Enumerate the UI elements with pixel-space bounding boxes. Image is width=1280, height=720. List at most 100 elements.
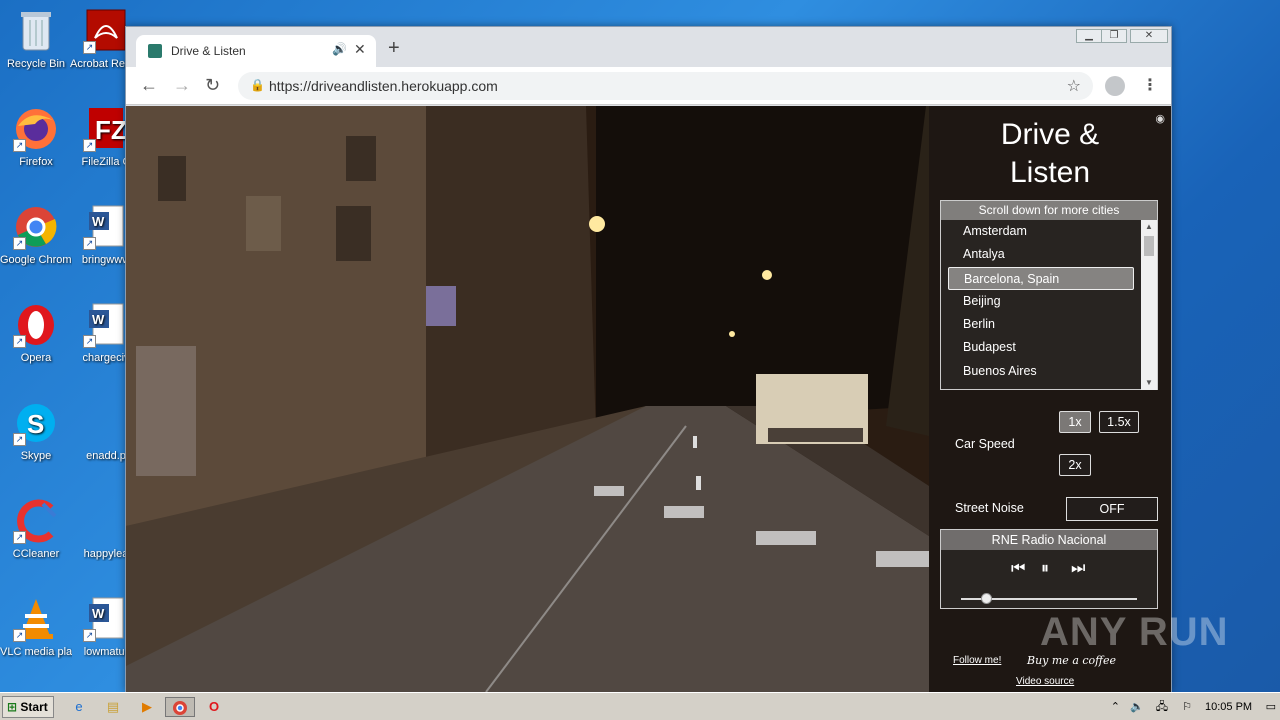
tray-chevron-icon[interactable]: ⌃ xyxy=(1111,696,1120,718)
city-list[interactable]: Amsterdam Antalya Barcelona, Spain Beiji… xyxy=(941,220,1141,390)
buy-me-a-coffee-link[interactable]: Buy me a coffee xyxy=(1027,654,1116,667)
volume-tray-icon[interactable]: 🔈 xyxy=(1130,696,1144,718)
lock-icon: 🔒 xyxy=(250,78,265,92)
desktop-icon-opera[interactable]: ↗ Opera xyxy=(0,302,72,365)
city-option-buenos-aires[interactable]: Buenos Aires xyxy=(941,360,1141,383)
vlc-icon: ↗ xyxy=(13,596,59,642)
chrome-taskbar-icon[interactable] xyxy=(165,697,195,717)
follow-me-link[interactable]: Follow me! xyxy=(953,655,1001,666)
shortcut-arrow-icon: ↗ xyxy=(13,237,26,250)
start-label: Start xyxy=(20,700,48,714)
desktop-icon-label: CCleaner xyxy=(12,548,60,560)
explorer-taskbar-icon[interactable]: ▤ xyxy=(102,697,124,717)
minimize-button[interactable]: ▁ xyxy=(1076,29,1102,43)
flag-tray-icon[interactable]: ⚐ xyxy=(1182,696,1192,718)
desktop-icon-skype[interactable]: S ↗ Skype xyxy=(0,400,72,463)
city-option-beijing[interactable]: Beijing xyxy=(941,290,1141,313)
city-list-header: Scroll down for more cities xyxy=(941,201,1157,220)
city-option-barcelona[interactable]: Barcelona, Spain xyxy=(948,266,1134,290)
url-text[interactable]: https://driveandlisten.herokuapp.com xyxy=(269,78,498,94)
reload-button[interactable]: ↻ xyxy=(205,76,220,94)
browser-toolbar: ← → ↻ 🔒 https://driveandlisten.herokuapp… xyxy=(126,67,1171,105)
taskbar: ⊞ Start e ▤ ▶ O ⌃ 🔈 🖧 ⚐ 10:05 PM ▭ xyxy=(0,692,1280,720)
media-player-taskbar-icon[interactable]: ▶ xyxy=(136,697,158,717)
car-speed-label: Car Speed xyxy=(955,437,1015,451)
desktop-icon-chrome[interactable]: ↗ Google Chrome xyxy=(0,204,72,267)
app-title-line2: Listen xyxy=(1009,156,1091,189)
street-noise-toggle[interactable]: OFF xyxy=(1066,497,1158,521)
show-desktop-icon[interactable]: ▭ xyxy=(1266,696,1276,718)
new-tab-button[interactable]: + xyxy=(388,38,400,58)
opera-taskbar-icon[interactable]: O xyxy=(203,697,225,717)
city-selector: Scroll down for more cities Amsterdam An… xyxy=(940,200,1158,390)
desktop-icon-label: Firefox xyxy=(19,156,53,168)
shortcut-arrow-icon: ↗ xyxy=(13,335,26,348)
forward-button[interactable]: → xyxy=(173,76,191,94)
desktop-icon-recycle-bin[interactable]: Recycle Bin xyxy=(0,8,72,71)
desktop-icon-firefox[interactable]: ↗ Firefox xyxy=(0,106,72,169)
tab-title: Drive & Listen xyxy=(171,44,246,58)
network-tray-icon[interactable]: 🖧 xyxy=(1156,696,1168,718)
video-source-link[interactable]: Video source xyxy=(1016,676,1074,687)
filezilla-icon: FZ ↗ xyxy=(83,106,129,152)
svg-text:W: W xyxy=(92,214,105,229)
app-title: Drive & Listen xyxy=(929,116,1171,192)
scroll-down-icon[interactable]: ▼ xyxy=(1141,376,1157,390)
back-button[interactable]: ← xyxy=(140,76,158,94)
address-bar[interactable]: 🔒 https://driveandlisten.herokuapp.com ☆ xyxy=(238,72,1093,100)
page-content: ◉ Drive & Listen Scroll down for more ci… xyxy=(126,106,1171,692)
shortcut-arrow-icon: ↗ xyxy=(13,433,26,446)
shortcut-arrow-icon: ↗ xyxy=(83,629,96,642)
browser-window: Drive & Listen 🔊 ✕ + ▁ ❐ ✕ ← → ↻ 🔒 https… xyxy=(125,26,1172,692)
close-tab-icon[interactable]: ✕ xyxy=(354,41,366,58)
maximize-button[interactable]: ❐ xyxy=(1101,29,1127,43)
bookmark-star-icon[interactable]: ☆ xyxy=(1067,76,1081,96)
file-icon xyxy=(83,498,129,544)
close-window-button[interactable]: ✕ xyxy=(1130,29,1168,43)
scroll-up-icon[interactable]: ▲ xyxy=(1141,220,1157,234)
shortcut-arrow-icon: ↗ xyxy=(83,41,96,54)
desktop-icon-ccleaner[interactable]: ↗ CCleaner xyxy=(0,498,72,561)
word-doc-icon: W ↗ xyxy=(83,204,129,250)
volume-slider-knob[interactable] xyxy=(980,593,992,604)
speaker-icon[interactable]: 🔊 xyxy=(332,42,347,56)
city-option-berlin[interactable]: Berlin xyxy=(941,313,1141,336)
clock[interactable]: 10:05 PM xyxy=(1205,697,1252,717)
previous-station-icon[interactable]: ⏮ xyxy=(1011,560,1025,578)
word-doc-icon: W ↗ xyxy=(83,596,129,642)
svg-text:W: W xyxy=(92,312,105,327)
next-station-icon[interactable]: ⏭ xyxy=(1071,560,1085,578)
skype-icon: S ↗ xyxy=(13,400,59,446)
word-doc-icon: W ↗ xyxy=(83,302,129,348)
desktop-icon-label: Recycle Bin xyxy=(6,58,66,70)
svg-text:S: S xyxy=(27,409,44,439)
desktop-icon-label: Google Chrome xyxy=(0,254,72,266)
shortcut-arrow-icon: ↗ xyxy=(13,629,26,642)
city-option-antalya[interactable]: Antalya xyxy=(941,243,1141,266)
shortcut-arrow-icon: ↗ xyxy=(83,335,96,348)
desktop-icon-label: Opera xyxy=(20,352,52,364)
city-list-scrollbar[interactable]: ▲ ▼ xyxy=(1141,220,1157,390)
tab-drive-and-listen[interactable]: Drive & Listen 🔊 ✕ xyxy=(136,35,376,67)
speed-2x-button[interactable]: 2x xyxy=(1059,454,1091,476)
speed-1x-button[interactable]: 1x xyxy=(1059,411,1091,433)
ccleaner-icon: ↗ xyxy=(13,498,59,544)
control-panel: ◉ Drive & Listen Scroll down for more ci… xyxy=(929,106,1171,692)
windows-logo-icon: ⊞ xyxy=(7,700,18,714)
pause-icon[interactable]: ⏸ xyxy=(1041,560,1049,578)
menu-icon[interactable]: ⋮ xyxy=(1142,75,1158,95)
tab-strip: Drive & Listen 🔊 ✕ + ▁ ❐ ✕ xyxy=(126,27,1171,67)
speed-1-5x-button[interactable]: 1.5x xyxy=(1099,411,1139,433)
scroll-thumb[interactable] xyxy=(1144,236,1154,256)
file-icon xyxy=(83,400,129,446)
city-option-amsterdam[interactable]: Amsterdam xyxy=(941,220,1141,243)
profile-avatar[interactable] xyxy=(1105,76,1125,96)
desktop-icon-vlc[interactable]: ↗ VLC media player xyxy=(0,596,72,659)
start-button[interactable]: ⊞ Start xyxy=(2,696,54,718)
city-option-budapest[interactable]: Budapest xyxy=(941,336,1141,359)
acrobat-icon: ↗ xyxy=(83,8,129,54)
ie-taskbar-icon[interactable]: e xyxy=(68,697,90,717)
svg-text:W: W xyxy=(92,606,105,621)
recycle-bin-icon xyxy=(13,8,59,54)
shortcut-arrow-icon: ↗ xyxy=(83,237,96,250)
